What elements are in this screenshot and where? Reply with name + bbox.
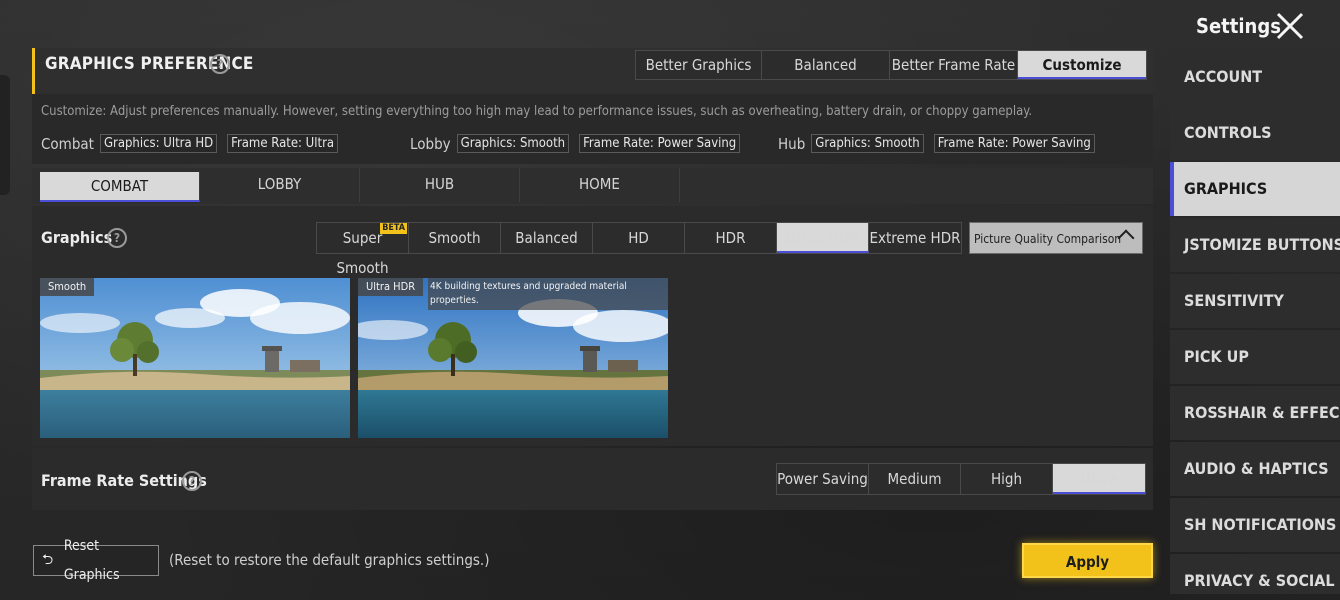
combat-label: Combat — [41, 134, 94, 153]
compare-label: Picture Quality Comparison — [974, 232, 1122, 246]
help-icon[interactable]: ? — [210, 54, 230, 74]
frame-rate-options: Power Saving Medium High Ultra — [776, 463, 1146, 495]
left-edge-handle — [0, 75, 10, 195]
preview-tag-smooth: Smooth — [40, 278, 95, 296]
gfx-option-smooth[interactable]: Smooth — [409, 223, 501, 253]
gfx-option-super-smooth[interactable]: Super Smooth BETA — [317, 223, 409, 277]
preview-description-ultra-hdr: 4K building textures and upgraded materi… — [428, 278, 668, 310]
settings-title: Settings — [1196, 14, 1281, 38]
mode-tabs: COMBAT LOBBY HUB HOME — [32, 168, 1153, 204]
close-icon-graphic — [1276, 12, 1304, 40]
gfx-option-hd[interactable]: HD — [593, 223, 685, 253]
graphics-preference-options: Better Graphics Balanced Better Frame Ra… — [635, 50, 1147, 80]
fr-option-high[interactable]: High — [961, 464, 1053, 494]
pref-option-balanced[interactable]: Balanced — [762, 51, 890, 79]
graphics-settings-panel: GRAPHICS PREFERENCE ? Better Graphics Ba… — [32, 44, 1153, 510]
frame-rate-section: Frame Rate Settings ? Power Saving Mediu… — [32, 448, 1153, 510]
preview-tag-ultra-hdr: Ultra HDR — [358, 278, 424, 296]
sidebar-item-pick-up[interactable]: PICK UP — [1170, 330, 1340, 384]
lobby-graphics-value: Graphics: Smooth — [456, 134, 570, 153]
pref-option-better-frame-rate[interactable]: Better Frame Rate — [890, 51, 1018, 79]
settings-sidebar: ACCOUNT CONTROLS GRAPHICS JSTOMIZE BUTTO… — [1170, 50, 1340, 596]
preference-description-area: Customize: Adjust preferences manually. … — [32, 94, 1153, 164]
gfx-option-hdr[interactable]: HDR — [685, 223, 777, 253]
lobby-mode-summary: Lobby Graphics: Smooth Frame Rate: Power… — [410, 134, 750, 153]
reset-graphics-label: Reset Graphics — [63, 537, 120, 583]
hub-frame-rate-value: Frame Rate: Power Saving — [933, 134, 1095, 153]
apply-button[interactable]: Apply — [1022, 543, 1153, 578]
graphics-label: Graphics — [41, 228, 113, 247]
tab-lobby[interactable]: LOBBY — [200, 168, 360, 202]
fr-option-medium[interactable]: Medium — [869, 464, 961, 494]
gfx-option-label: Super Smooth — [336, 229, 389, 277]
lobby-frame-rate-value: Frame Rate: Power Saving — [579, 134, 741, 153]
picture-quality-comparison-button[interactable]: Picture Quality Comparison — [969, 222, 1143, 254]
reset-note: (Reset to restore the default graphics s… — [169, 551, 490, 569]
combat-frame-rate-value: Frame Rate: Ultra — [227, 134, 339, 153]
sidebar-item-sensitivity[interactable]: SENSITIVITY — [1170, 274, 1340, 328]
undo-icon: ⮌ — [42, 552, 54, 568]
gfx-option-extreme-hdr[interactable]: Extreme HDR — [869, 223, 961, 253]
gfx-option-balanced[interactable]: Balanced — [501, 223, 593, 253]
sidebar-item-account[interactable]: ACCOUNT — [1170, 50, 1340, 104]
help-icon[interactable]: ? — [182, 471, 202, 491]
sidebar-item-crosshair-effects[interactable]: ROSSHAIR & EFFEC — [1170, 386, 1340, 440]
fr-option-power-saving[interactable]: Power Saving — [777, 464, 869, 494]
sidebar-item-push-notifications[interactable]: SH NOTIFICATIONS — [1170, 498, 1340, 552]
tab-home[interactable]: HOME — [520, 168, 680, 202]
combat-mode-summary: Combat Graphics: Ultra HD Frame Rate: Ul… — [41, 134, 348, 153]
sidebar-item-audio-haptics[interactable]: AUDIO & HAPTICS — [1170, 442, 1340, 496]
reset-graphics-button[interactable]: ⮌ Reset Graphics — [33, 538, 159, 583]
graphics-preference-header: GRAPHICS PREFERENCE ? Better Graphics Ba… — [32, 48, 1153, 94]
pref-option-better-graphics[interactable]: Better Graphics — [636, 51, 762, 79]
hub-graphics-value: Graphics: Smooth — [811, 134, 924, 153]
combat-graphics-value: Graphics: Ultra HD — [99, 134, 218, 153]
fr-option-ultra[interactable]: Ultra — [1053, 464, 1145, 494]
preview-image-ultra-hdr: Ultra HDR 4K building textures and upgra… — [358, 278, 668, 438]
tab-combat[interactable]: COMBAT — [40, 172, 200, 202]
tab-hub[interactable]: HUB — [360, 168, 520, 202]
hub-label: Hub — [778, 134, 806, 153]
pref-option-customize[interactable]: Customize — [1018, 51, 1146, 79]
sidebar-item-controls[interactable]: CONTROLS — [1170, 106, 1340, 160]
close-icon[interactable] — [1270, 6, 1310, 46]
preference-description: Customize: Adjust preferences manually. … — [41, 104, 1033, 119]
sidebar-item-customize-buttons[interactable]: JSTOMIZE BUTTONS — [1170, 218, 1340, 272]
lobby-label: Lobby — [410, 134, 451, 153]
graphics-quality-section: Graphics ? Super Smooth BETA Smooth Bala… — [32, 206, 1153, 446]
help-icon[interactable]: ? — [107, 228, 127, 248]
sidebar-item-graphics[interactable]: GRAPHICS — [1170, 162, 1340, 216]
landscape-scene — [40, 278, 350, 438]
beta-badge: BETA — [380, 223, 407, 234]
gfx-option-ultra-hdr[interactable]: Ultra HDR — [777, 223, 869, 253]
hub-mode-summary: Hub Graphics: Smooth Frame Rate: Power S… — [778, 134, 1105, 153]
graphics-quality-options: Super Smooth BETA Smooth Balanced HD HDR… — [316, 222, 962, 277]
sidebar-item-privacy-social[interactable]: PRIVACY & SOCIAL — [1170, 554, 1340, 594]
preview-image-smooth: Smooth — [40, 278, 350, 438]
